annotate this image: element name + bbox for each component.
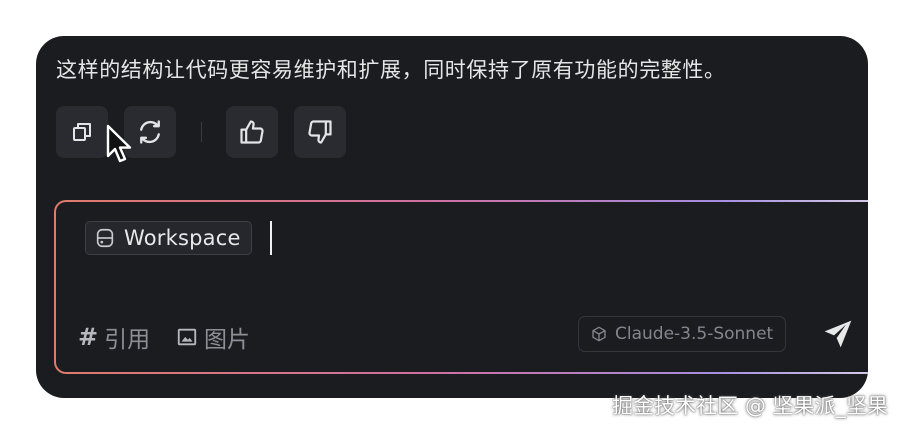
- hash-icon: #: [78, 323, 99, 351]
- image-label: 图片: [204, 327, 250, 353]
- thumbs-down-icon: [308, 120, 332, 144]
- thumbs-up-icon: [240, 120, 264, 144]
- image-icon: [177, 328, 197, 346]
- composer-input-area[interactable]: Workspace # 引用 图片 Claude-3.5-Sonnet: [56, 202, 868, 372]
- text-caret: [270, 221, 272, 255]
- thumbs-up-button[interactable]: [226, 106, 278, 158]
- send-icon[interactable]: [821, 318, 855, 350]
- cite-button[interactable]: # 引用: [78, 320, 150, 354]
- chat-panel: 这样的结构让代码更容易维护和扩展，同时保持了原有功能的完整性。 Workspac…: [36, 36, 868, 398]
- copy-icon: [73, 123, 91, 141]
- refresh-icon: [140, 120, 160, 144]
- action-divider: [201, 122, 202, 142]
- assistant-message-text: 这样的结构让代码更容易维护和扩展，同时保持了原有功能的完整性。: [56, 58, 726, 82]
- copy-button[interactable]: [56, 106, 108, 158]
- workspace-chip[interactable]: Workspace: [85, 221, 252, 255]
- message-composer[interactable]: Workspace # 引用 图片 Claude-3.5-Sonnet: [54, 200, 868, 374]
- cite-label: 引用: [104, 327, 151, 353]
- model-label: Claude-3.5-Sonnet: [615, 324, 774, 344]
- watermark-text: 掘金技术社区 @ 坚果派_坚果: [612, 394, 888, 418]
- model-selector[interactable]: Claude-3.5-Sonnet: [578, 316, 787, 352]
- mouse-cursor-icon: [106, 124, 132, 163]
- workspace-chip-label: Workspace: [124, 226, 241, 250]
- cube-icon: [592, 326, 606, 342]
- database-icon: [96, 228, 114, 248]
- thumbs-down-button[interactable]: [294, 106, 346, 158]
- image-button[interactable]: 图片: [176, 320, 250, 354]
